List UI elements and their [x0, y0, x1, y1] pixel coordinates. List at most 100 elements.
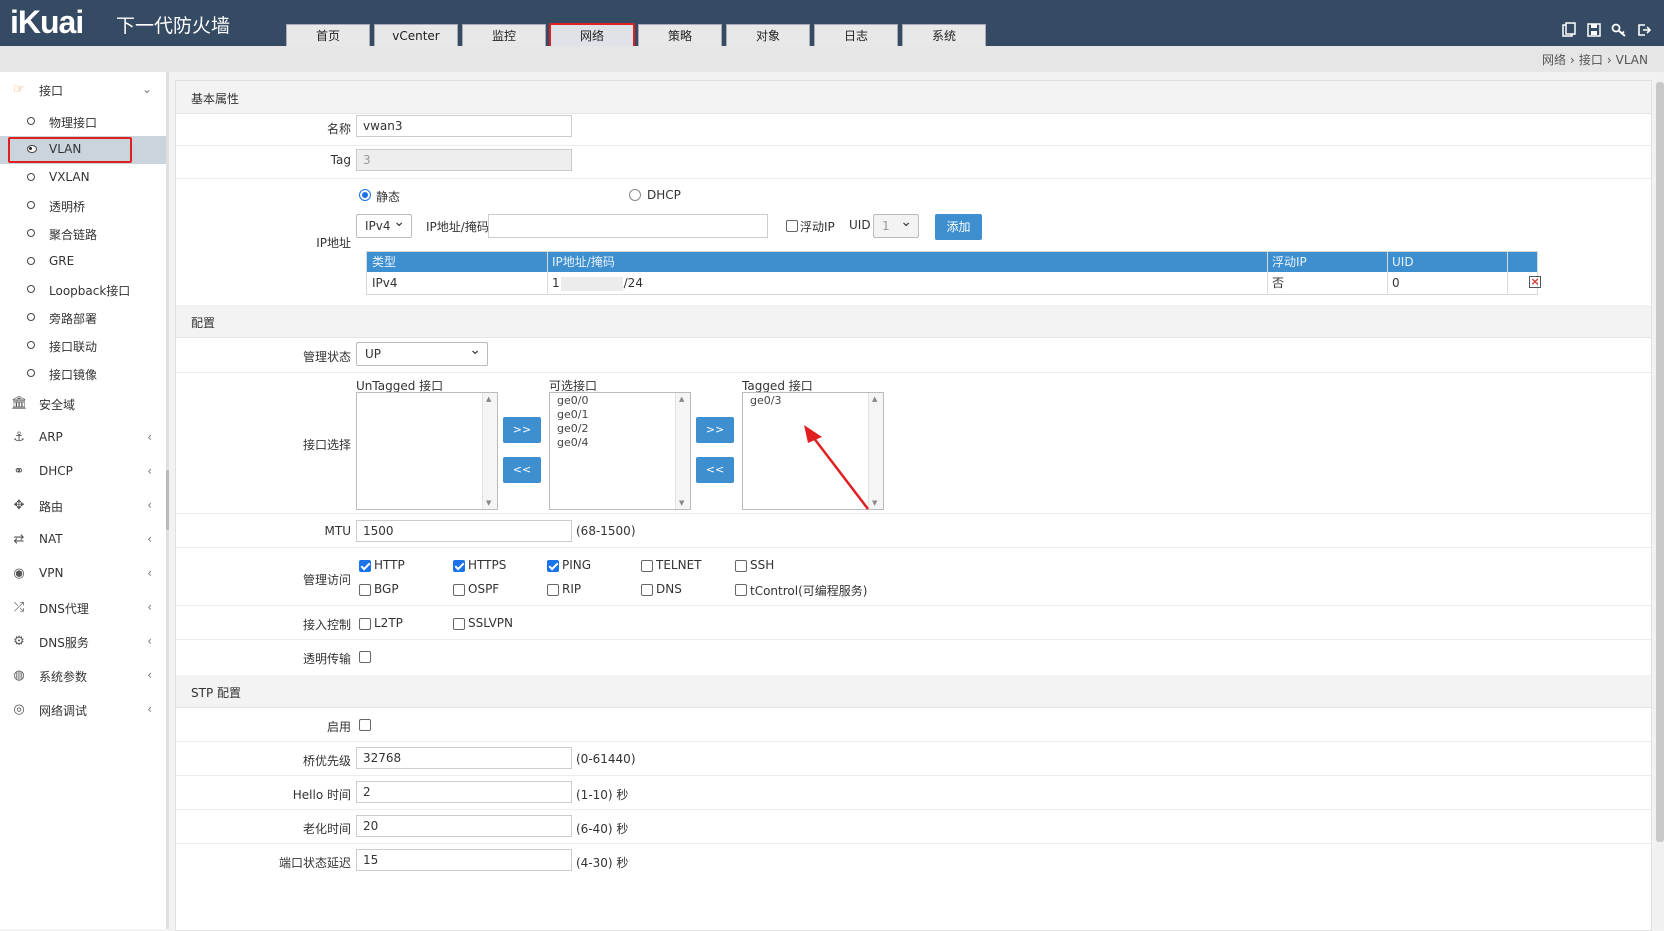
aging-hint: (6-40) 秒	[576, 822, 629, 836]
option-checkbox[interactable]	[641, 560, 653, 572]
option-checkbox[interactable]	[453, 584, 465, 596]
priority-input[interactable]: 32768	[356, 747, 572, 769]
sidebar-item-label: 透明桥	[49, 200, 86, 214]
vlan-icon[interactable]	[1560, 22, 1578, 40]
transparent-checkbox[interactable]	[359, 651, 371, 663]
divider	[176, 372, 1651, 373]
admin-state-select[interactable]: UP	[356, 339, 488, 366]
sidebar-group-label: 安全域	[39, 398, 76, 412]
option-checkbox[interactable]	[641, 584, 653, 596]
divider	[176, 843, 1651, 844]
mtu-input[interactable]: 1500	[356, 520, 572, 542]
iface-select-label: 接口选择	[302, 438, 351, 452]
move-from-untagged-button[interactable]: <<	[503, 457, 541, 483]
add-button[interactable]: 添加	[935, 214, 982, 240]
sidebar-group-dhcp[interactable]: ⚭ DHCP ‹	[0, 454, 166, 490]
ip-mask-input[interactable]	[488, 214, 768, 238]
sidebar-group-dns-proxy[interactable]: ⤮ DNS代理 ‹	[0, 590, 166, 626]
sidebar-group-debug[interactable]: ◎ 网络调试 ‹	[0, 692, 166, 728]
sidebar-group-nat[interactable]: ⇄ NAT ‹	[0, 522, 166, 558]
chevron-down-icon: ⌄	[141, 82, 152, 96]
logout-icon[interactable]	[1635, 22, 1653, 40]
listbox-scrollbar[interactable]: ▲ ▼	[482, 393, 497, 509]
sidebar-item-bypass[interactable]: 旁路部署	[0, 304, 166, 332]
breadcrumb-interface[interactable]: 接口	[1579, 53, 1603, 67]
delay-label: 端口状态延迟	[278, 856, 351, 870]
move-from-tagged-button[interactable]: <<	[696, 457, 734, 483]
list-item[interactable]: ge0/1	[557, 408, 588, 421]
option-checkbox[interactable]	[453, 618, 465, 630]
list-item[interactable]: ge0/3	[750, 394, 781, 407]
list-item[interactable]: ge0/2	[557, 422, 588, 435]
sidebar: ☞ 接口 ⌄ 物理接口 VLAN VXLAN 透明桥 聚合链路 GRE Loop…	[0, 72, 167, 929]
option-checkbox[interactable]	[735, 584, 747, 596]
sidebar-group-vpn[interactable]: ◉ VPN ‹	[0, 556, 166, 592]
option-checkbox[interactable]	[547, 584, 559, 596]
tab-log[interactable]: 日志	[814, 24, 898, 46]
float-ip-checkbox[interactable]	[786, 220, 798, 232]
tab-monitor[interactable]: 监控	[462, 24, 546, 46]
sidebar-group-interface[interactable]: ☞ 接口 ⌄	[0, 72, 166, 108]
tab-policy[interactable]: 策略	[638, 24, 722, 46]
page-scroll-thumb[interactable]	[1656, 82, 1664, 842]
list-item[interactable]: ge0/0	[557, 394, 588, 407]
key-icon[interactable]	[1610, 22, 1628, 40]
ip-version-select[interactable]: IPv4	[356, 211, 412, 238]
delete-icon[interactable]: ×	[1529, 276, 1541, 288]
cogs-icon: ⚙	[13, 634, 25, 649]
hello-input[interactable]: 2	[356, 781, 572, 803]
redacted-area	[560, 276, 623, 291]
sidebar-item-loopback[interactable]: Loopback接口	[0, 276, 166, 304]
stp-enable-checkbox[interactable]	[359, 719, 371, 731]
save-icon[interactable]	[1585, 22, 1603, 40]
breadcrumb-network[interactable]: 网络	[1542, 53, 1566, 67]
section-title: STP 配置	[191, 686, 241, 700]
tab-vcenter[interactable]: vCenter	[374, 24, 458, 46]
chevron-left-icon: ‹	[147, 702, 152, 716]
option-label: HTTPS	[468, 558, 507, 572]
sidebar-group-params[interactable]: ◍ 系统参数 ‹	[0, 658, 166, 694]
option-checkbox[interactable]	[359, 584, 371, 596]
dhcp-radio[interactable]	[629, 189, 641, 201]
hello-label: Hello 时间	[292, 788, 351, 802]
sidebar-item-gre[interactable]: GRE	[0, 248, 166, 276]
listbox-scrollbar[interactable]: ▲ ▼	[675, 393, 690, 509]
radio-icon	[27, 285, 35, 293]
name-input[interactable]: vwan3	[356, 115, 572, 137]
divider	[176, 145, 1651, 146]
sidebar-item-physical[interactable]: 物理接口	[0, 108, 166, 136]
chevron-left-icon: ‹	[147, 430, 152, 444]
uid-label: UID	[849, 218, 871, 232]
sidebar-group-arp[interactable]: ⚓ ARP ‹	[0, 420, 166, 456]
sidebar-item-mirror[interactable]: 接口镜像	[0, 360, 166, 388]
option-checkbox[interactable]	[735, 560, 747, 572]
option-checkbox[interactable]	[359, 618, 371, 630]
tab-object[interactable]: 对象	[726, 24, 810, 46]
sidebar-item-bridge[interactable]: 透明桥	[0, 192, 166, 220]
globe-icon: ◍	[13, 668, 25, 683]
sidebar-group-dns-service[interactable]: ⚙ DNS服务 ‹	[0, 624, 166, 660]
sidebar-item-aggregation[interactable]: 聚合链路	[0, 220, 166, 248]
tab-network[interactable]: 网络	[549, 23, 635, 49]
sidebar-item-vlan[interactable]: VLAN	[0, 136, 166, 164]
sidebar-scroll-thumb[interactable]	[166, 470, 169, 530]
sidebar-group-route[interactable]: ✥ 路由 ‹	[0, 488, 166, 524]
delay-input[interactable]: 15	[356, 849, 572, 871]
sidebar-item-vxlan[interactable]: VXLAN	[0, 164, 166, 192]
divider	[176, 605, 1651, 606]
sidebar-item-linkage[interactable]: 接口联动	[0, 332, 166, 360]
list-item[interactable]: ge0/4	[557, 436, 588, 449]
untagged-listbox[interactable]: ▲ ▼	[356, 392, 498, 510]
option-checkbox[interactable]	[453, 560, 465, 572]
tab-system[interactable]: 系统	[902, 24, 986, 46]
sidebar-group-zone[interactable]: 🏛 安全域	[0, 386, 166, 422]
move-to-tagged-button[interactable]: >>	[696, 417, 734, 443]
aging-input[interactable]: 20	[356, 815, 572, 837]
sidebar-group-label: 系统参数	[39, 670, 88, 684]
option-checkbox[interactable]	[359, 560, 371, 572]
option-checkbox[interactable]	[547, 560, 559, 572]
available-listbox[interactable]: ge0/0 ge0/1 ge0/2 ge0/4 ▲ ▼	[549, 392, 691, 510]
tab-home[interactable]: 首页	[286, 24, 370, 46]
static-radio[interactable]	[359, 189, 371, 201]
move-to-untagged-button[interactable]: >>	[503, 417, 541, 443]
